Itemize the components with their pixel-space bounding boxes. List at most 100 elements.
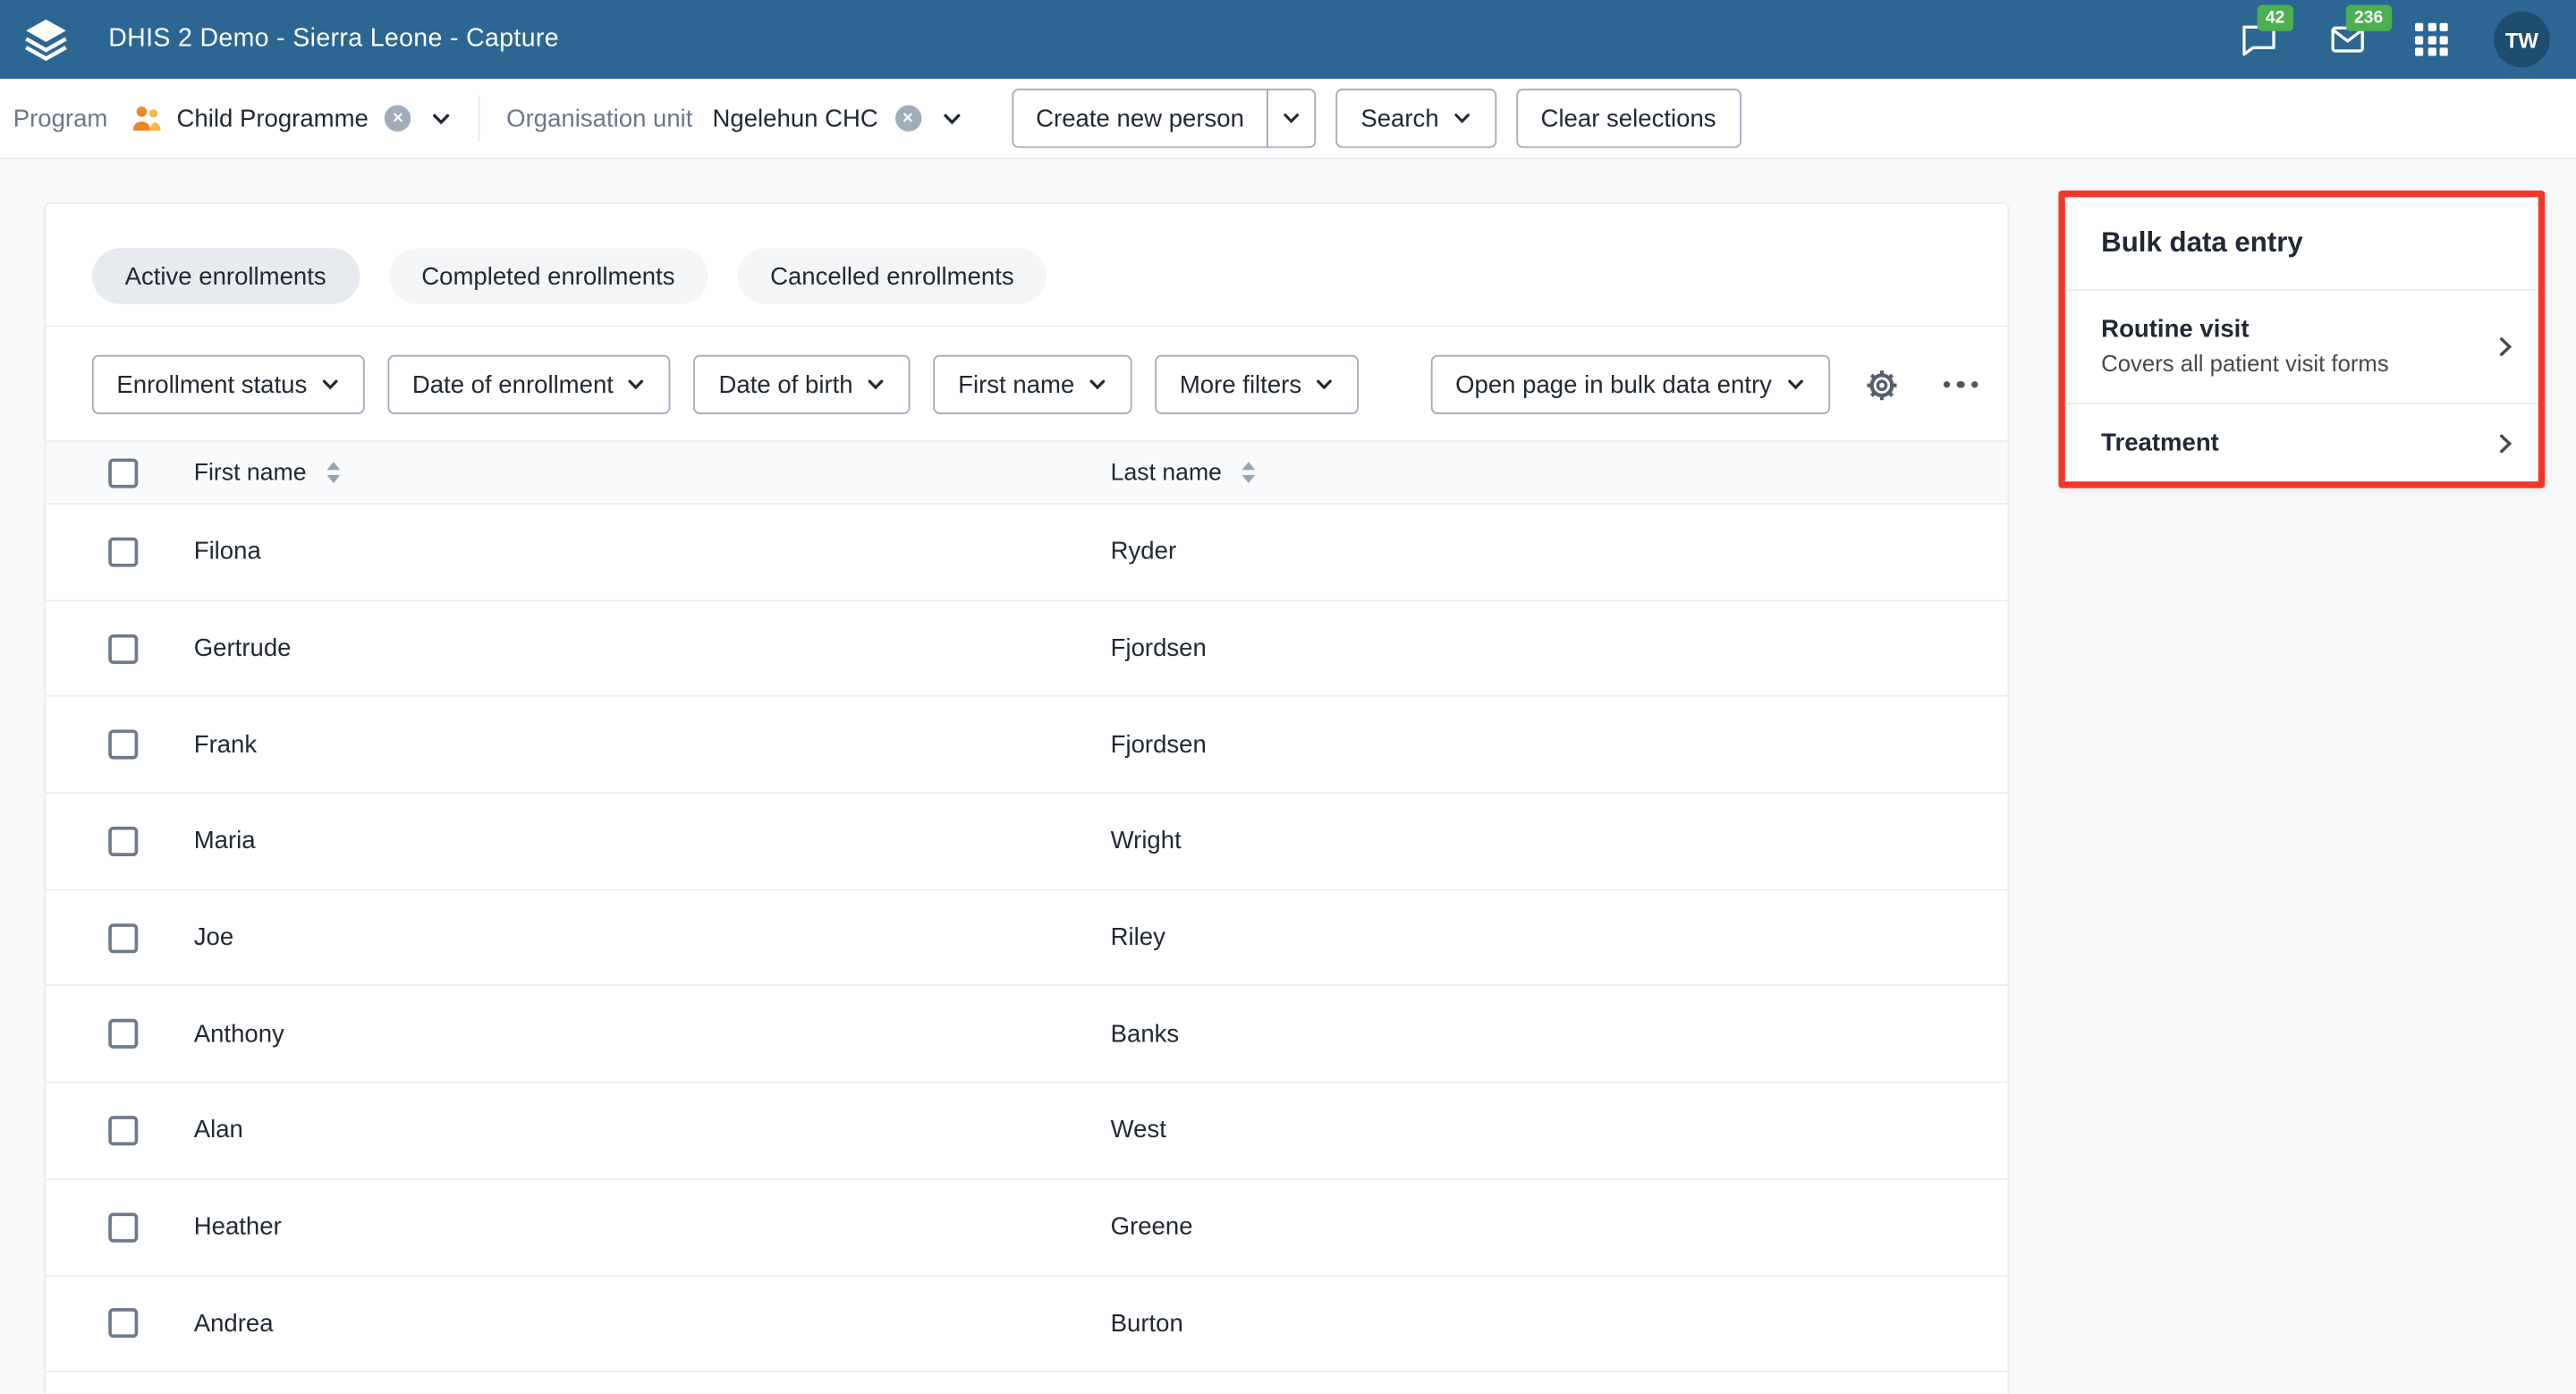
orgunit-value: Ngelehun CHC <box>713 105 878 132</box>
table-row[interactable]: Alan West <box>46 1084 2007 1180</box>
program-icon <box>127 100 163 136</box>
chevron-right-icon <box>2494 336 2517 359</box>
cell-first-name: Filona <box>194 538 261 565</box>
filters-row: Enrollment status Date of enrollment Dat… <box>46 327 2007 414</box>
sort-icon[interactable] <box>1241 463 1255 483</box>
table-row[interactable]: Gertrude Fjordsen <box>46 601 2007 698</box>
cell-first-name: Joe <box>194 923 233 951</box>
bulk-item-routine-visit[interactable]: Routine visit Covers all patient visit f… <box>2065 291 2538 404</box>
app-title: DHIS 2 Demo - Sierra Leone - Capture <box>108 25 559 55</box>
create-new-person-split-button: Create new person <box>1012 89 1317 148</box>
chevron-down-icon <box>627 375 647 395</box>
messages-badge: 236 <box>2346 5 2392 31</box>
chevron-down-icon <box>1452 108 1471 128</box>
cell-last-name: West <box>1111 1117 1166 1144</box>
filter-label: Date of birth <box>719 370 853 398</box>
dhis2-logo-icon[interactable] <box>20 15 72 64</box>
chevron-down-icon <box>1282 108 1301 128</box>
cell-last-name: Fjordsen <box>1111 634 1207 662</box>
program-chevron-down-icon[interactable] <box>431 107 453 129</box>
search-dropdown-button[interactable]: Search <box>1336 89 1496 148</box>
bulk-item-title: Treatment <box>2101 429 2469 456</box>
cell-first-name: Anthony <box>194 1020 284 1048</box>
clear-selections-button[interactable]: Clear selections <box>1516 89 1741 148</box>
cell-last-name: Fjordsen <box>1111 731 1207 759</box>
filter-first-name[interactable]: First name <box>934 355 1132 414</box>
row-checkbox[interactable] <box>108 1116 138 1145</box>
chevron-down-icon <box>1315 375 1335 395</box>
filter-date-of-birth[interactable]: Date of birth <box>694 355 911 414</box>
open-bulk-label: Open page in bulk data entry <box>1455 370 1772 398</box>
tab-completed-enrollments[interactable]: Completed enrollments <box>389 248 708 303</box>
apps-menu-button[interactable] <box>2415 23 2448 56</box>
enrollment-tabs: Active enrollments Completed enrollments… <box>46 204 2007 304</box>
bulk-item-title: Routine visit <box>2101 316 2469 344</box>
filter-enrollment-status[interactable]: Enrollment status <box>92 355 365 414</box>
create-new-person-button[interactable]: Create new person <box>1012 89 1269 148</box>
filter-more-filters[interactable]: More filters <box>1155 355 1359 414</box>
cell-last-name: Banks <box>1111 1020 1180 1048</box>
table-row[interactable]: Joe Riley <box>46 890 2007 987</box>
header-bar: DHIS 2 Demo - Sierra Leone - Capture 42 … <box>0 0 2576 79</box>
select-all-checkbox[interactable] <box>108 458 138 488</box>
column-settings-icon[interactable] <box>1862 366 1900 404</box>
cell-first-name: Maria <box>194 828 256 855</box>
clear-program-button[interactable] <box>385 106 411 132</box>
create-new-person-dropdown-toggle[interactable] <box>1267 89 1317 148</box>
cell-last-name: Wright <box>1111 828 1182 855</box>
clear-orgunit-button[interactable] <box>894 106 920 132</box>
column-header-last-name[interactable]: Last name <box>1111 459 1222 485</box>
cell-first-name: Alan <box>194 1117 243 1144</box>
table-row[interactable]: Frank Fjordsen <box>46 697 2007 794</box>
row-checkbox[interactable] <box>108 1019 138 1049</box>
user-avatar[interactable]: TW <box>2494 12 2549 67</box>
messages-button[interactable]: 236 <box>2326 18 2369 61</box>
application-window: DHIS 2 Demo - Sierra Leone - Capture 42 … <box>0 0 2576 1394</box>
filter-label: Date of enrollment <box>412 370 614 398</box>
bulk-item-treatment[interactable]: Treatment <box>2065 404 2538 481</box>
working-list-card: Active enrollments Completed enrollments… <box>45 202 2010 1394</box>
chevron-down-icon <box>320 375 340 395</box>
orgunit-chevron-down-icon[interactable] <box>941 107 962 129</box>
bulk-panel-title: Bulk data entry <box>2065 197 2538 291</box>
cell-last-name: Greene <box>1111 1213 1193 1241</box>
table-row[interactable]: Filona Ryder <box>46 505 2007 601</box>
tab-cancelled-enrollments[interactable]: Cancelled enrollments <box>737 248 1046 303</box>
row-checkbox[interactable] <box>108 827 138 856</box>
divider <box>479 96 480 141</box>
more-options-icon[interactable] <box>1936 371 1985 398</box>
row-checkbox[interactable] <box>108 730 138 760</box>
row-checkbox[interactable] <box>108 922 138 952</box>
table-row[interactable]: Maria Wright <box>46 794 2007 890</box>
cell-last-name: Riley <box>1111 923 1165 951</box>
table-header-row: First name Last name <box>46 440 2007 505</box>
sort-icon[interactable] <box>326 463 340 483</box>
table-row[interactable] <box>46 1373 2007 1394</box>
interpretations-button[interactable]: 42 <box>2238 18 2281 61</box>
orgunit-label: Organisation unit <box>506 105 692 132</box>
column-header-first-name[interactable]: First name <box>194 459 307 485</box>
search-button-label: Search <box>1360 105 1438 132</box>
program-value: Child Programme <box>177 105 369 132</box>
row-checkbox[interactable] <box>108 537 138 566</box>
table-row[interactable]: Heather Greene <box>46 1179 2007 1276</box>
row-checkbox[interactable] <box>108 1212 138 1242</box>
filter-date-of-enrollment[interactable]: Date of enrollment <box>387 355 671 414</box>
main-content: Active enrollments Completed enrollments… <box>0 159 2576 1393</box>
filter-label: Enrollment status <box>116 370 307 398</box>
bulk-item-subtitle: Covers all patient visit forms <box>2101 348 2469 378</box>
open-bulk-data-entry-button[interactable]: Open page in bulk data entry <box>1431 355 1830 414</box>
table-row[interactable]: Andrea Burton <box>46 1276 2007 1373</box>
context-selection-bar: Program Child Programme Organisation uni… <box>0 79 2576 159</box>
chevron-down-icon <box>866 375 886 395</box>
table-row[interactable]: Anthony Banks <box>46 987 2007 1084</box>
chevron-right-icon <box>2494 431 2517 455</box>
bulk-data-entry-panel: Bulk data entry Routine visit Covers all… <box>2058 191 2545 488</box>
cell-last-name: Ryder <box>1111 538 1176 565</box>
tab-active-enrollments[interactable]: Active enrollments <box>92 248 360 303</box>
row-checkbox[interactable] <box>108 633 138 663</box>
cell-first-name: Frank <box>194 731 257 759</box>
cell-first-name: Andrea <box>194 1310 274 1338</box>
cell-last-name: Burton <box>1111 1310 1183 1338</box>
row-checkbox[interactable] <box>108 1309 138 1339</box>
